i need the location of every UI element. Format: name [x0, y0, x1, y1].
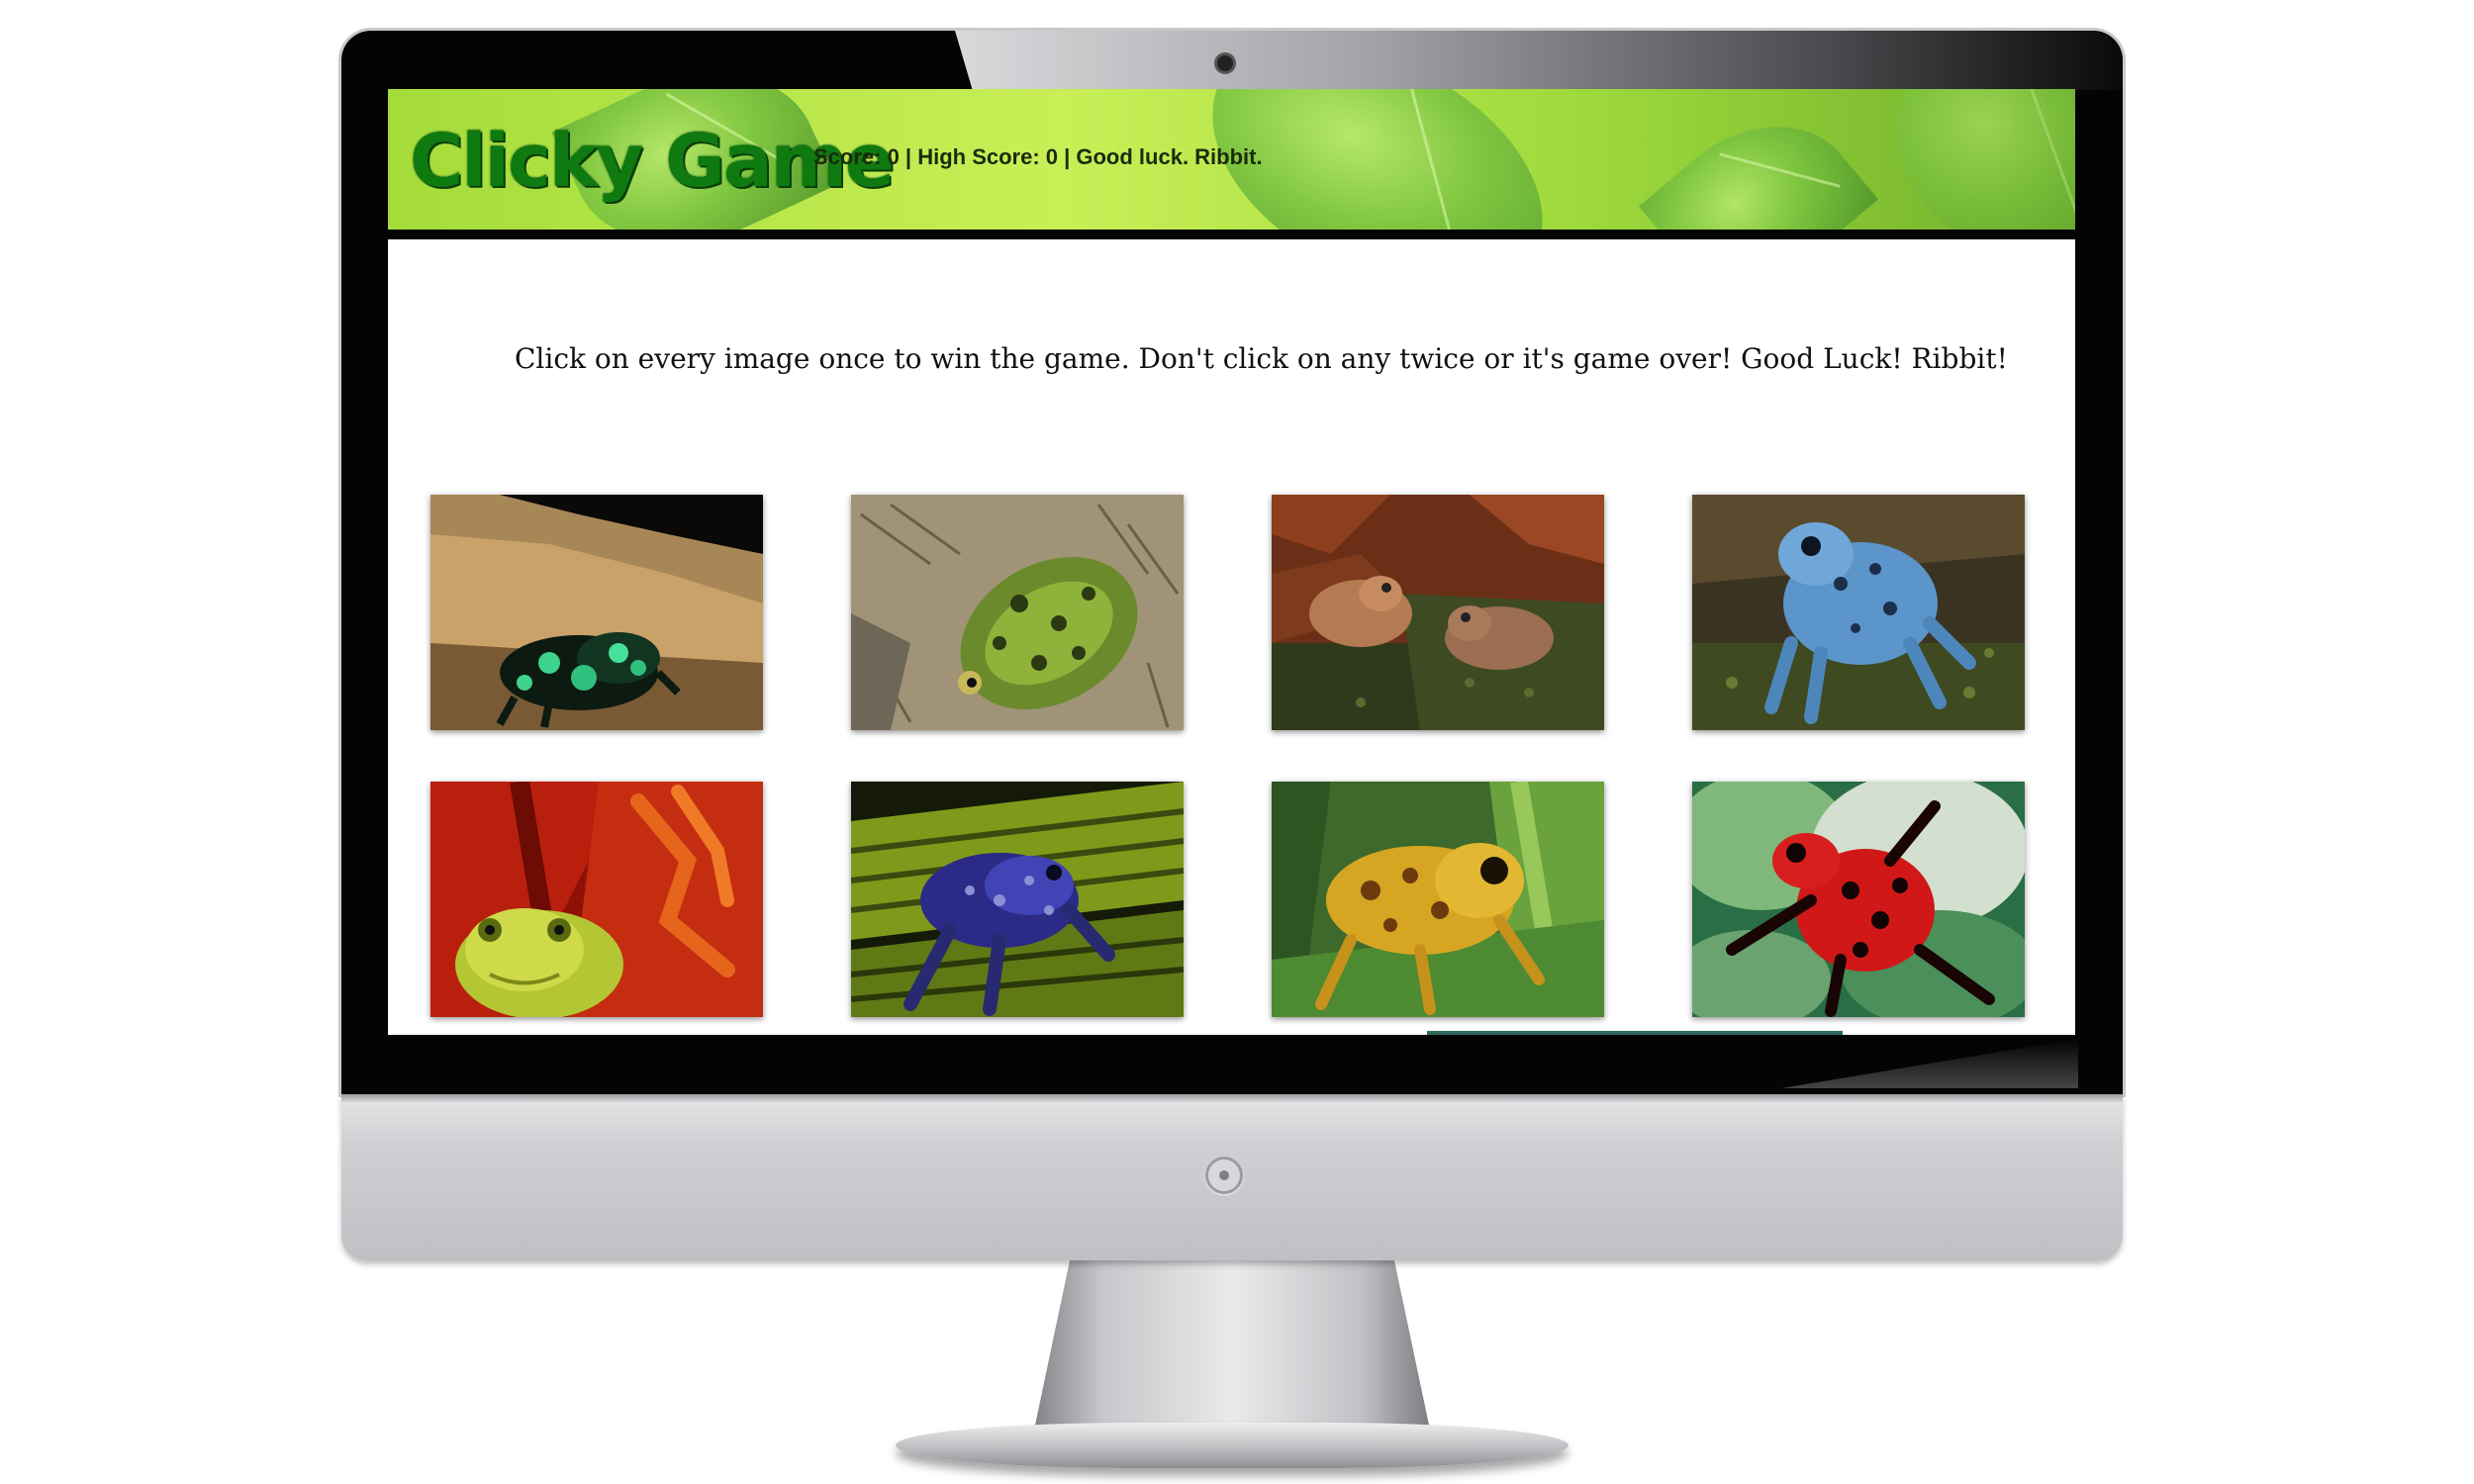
frog-image: [1692, 495, 2025, 730]
frog-image: [851, 495, 1184, 730]
score-status: Score: 0 | High Score: 0 | Good luck. Ri…: [813, 144, 1263, 169]
frog-card-blue-on-leaf[interactable]: [851, 782, 1184, 1017]
frog-card-brown-wood[interactable]: [1272, 495, 1604, 730]
screen: Clicky Game Score: 0 | High Score: 0 | G…: [388, 89, 2075, 1039]
frog-card-tree-frog-flower[interactable]: [430, 782, 763, 1017]
leaf-image: [1639, 89, 1878, 230]
monitor-chin-edge: [341, 1094, 2123, 1102]
bezel-reflection: [955, 31, 2123, 90]
frog-card-red-black[interactable]: [1692, 782, 2025, 1017]
frog-card-blue-dart[interactable]: [1692, 495, 2025, 730]
frog-image: [1272, 495, 1604, 730]
screen-bottom-edge: [388, 1035, 2075, 1039]
webcam: [1217, 55, 1233, 71]
game-instructions: Click on every image once to win the gam…: [515, 342, 2008, 375]
header-divider: [388, 230, 2075, 239]
frog-image: [430, 495, 763, 730]
power-icon: [1205, 1157, 1243, 1194]
navbar: Clicky Game Score: 0 | High Score: 0 | G…: [388, 89, 2075, 230]
frog-card-green-black[interactable]: [430, 495, 763, 730]
frog-card-yellow-harlequin[interactable]: [1272, 782, 1604, 1017]
leaf-image: [1869, 89, 2075, 230]
frog-card-spotted-green[interactable]: [851, 495, 1184, 730]
frog-image: [430, 782, 763, 1017]
monitor-stand-base: [896, 1423, 1569, 1468]
frog-image: [1692, 782, 2025, 1017]
frog-image: [1272, 782, 1604, 1017]
frog-image: [851, 782, 1184, 1017]
